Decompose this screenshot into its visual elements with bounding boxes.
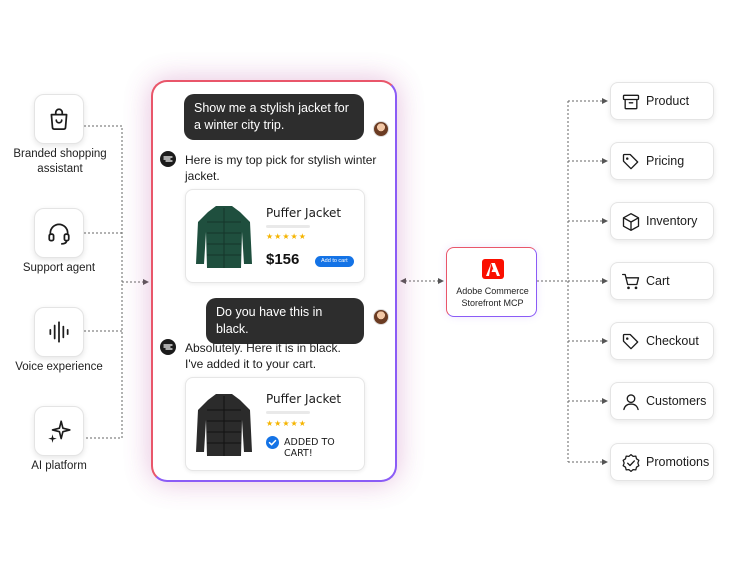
service-promotions: Promotions: [610, 443, 714, 481]
ai-platform-tile: [34, 406, 84, 456]
mcp-label: Adobe Commerce Storefront MCP: [456, 286, 529, 308]
headset-icon: [48, 223, 70, 245]
service-customers: Customers: [610, 382, 714, 420]
service-label: Pricing: [646, 154, 685, 168]
user-avatar: [373, 121, 389, 137]
assistant-logo-icon: [160, 339, 176, 355]
user-message-2: Do you have this in black.: [206, 298, 364, 344]
service-label: Inventory: [646, 214, 698, 228]
user-message-1: Show me a stylish jacket for a winter ci…: [184, 94, 364, 140]
service-label: Cart: [646, 274, 670, 288]
agent-label-shopping: Branded shopping assistant: [13, 148, 107, 175]
sparkle-icon: [48, 420, 71, 443]
agent-label-voice: Voice experience: [15, 361, 103, 373]
support-agent-tile: [34, 208, 84, 258]
price-tag-icon: [622, 153, 639, 170]
product-name-1: Puffer Jacket: [266, 206, 342, 220]
shopping-bag-icon: [50, 108, 68, 130]
product-card-1[interactable]: Puffer Jacket ★★★★★ $156 Add to cart: [185, 189, 365, 283]
service-checkout: Checkout: [610, 322, 714, 360]
badge-check-icon: [622, 454, 640, 472]
service-label: Customers: [646, 394, 707, 408]
check-circle-icon: [266, 436, 279, 449]
tag-icon: [622, 333, 639, 350]
added-to-cart-status: ADDED TO CART!: [284, 437, 335, 459]
service-label: Checkout: [646, 334, 699, 348]
service-product: Product: [610, 82, 714, 120]
adobe-commerce-mcp-node: Adobe Commerce Storefront MCP: [446, 247, 537, 317]
service-pricing: Pricing: [610, 142, 714, 180]
add-to-cart-button[interactable]: Add to cart: [315, 256, 354, 267]
voice-experience-tile: [34, 307, 84, 357]
product-card-2[interactable]: Puffer Jacket ★★★★★ ADDED TO CART!: [185, 377, 365, 471]
adobe-logo-icon: [482, 259, 504, 279]
assistant-logo-icon: [160, 151, 176, 167]
shopping-assistant-tile: [34, 94, 84, 144]
green-jacket-image: [196, 206, 252, 268]
assistant-message-1: Here is my top pick for stylish winter j…: [185, 153, 377, 183]
placeholder-bar: [266, 411, 310, 414]
service-cart: Cart: [610, 262, 714, 300]
service-label: Product: [646, 94, 690, 108]
agent-label-support: Support agent: [22, 262, 96, 274]
placeholder-bar: [266, 225, 310, 228]
assistant-message-2: Absolutely. Here it is in black. I've ad…: [185, 341, 341, 371]
black-jacket-image: [196, 394, 252, 456]
product-name-2: Puffer Jacket: [266, 392, 342, 406]
archive-box-icon: [622, 94, 640, 110]
service-inventory: Inventory: [610, 202, 714, 240]
rating-stars-2: ★★★★★: [266, 419, 307, 428]
user-icon: [623, 394, 639, 411]
product-price-1: $156: [266, 251, 300, 268]
rating-stars-1: ★★★★★: [266, 232, 307, 241]
package-icon: [622, 213, 640, 231]
agent-label-ai: AI platform: [31, 460, 87, 472]
cart-icon: [622, 273, 640, 290]
waveform-icon: [49, 321, 69, 343]
service-label: Promotions: [646, 455, 710, 469]
user-avatar: [373, 309, 389, 325]
